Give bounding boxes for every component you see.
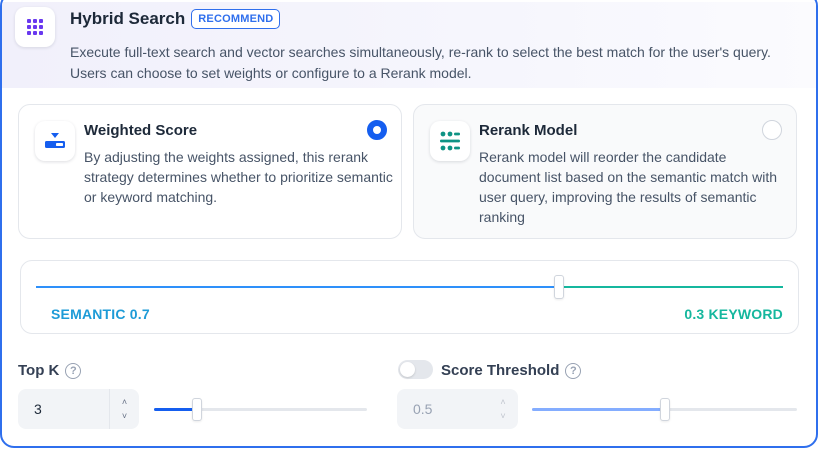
top-k-input[interactable]: 3 ˄ ˅ — [18, 389, 139, 429]
weight-slider-handle[interactable] — [553, 275, 564, 299]
option-title: Weighted Score — [84, 122, 198, 139]
weight-settings: SEMANTIC 0.7 0.3 KEYWORD — [20, 260, 799, 334]
score-threshold-slider-fill — [532, 408, 665, 411]
score-threshold-slider[interactable] — [532, 398, 797, 421]
recommend-badge: RECOMMEND — [191, 9, 281, 29]
weighted-score-radio[interactable] — [367, 120, 387, 140]
help-icon[interactable]: ? — [565, 362, 582, 379]
top-k-slider-fill — [154, 408, 197, 411]
option-description: Rerank model will reorder the candidate … — [479, 149, 778, 225]
grid-dots-icon — [15, 7, 55, 47]
top-k-stepper[interactable]: ˄ ˅ — [109, 389, 139, 429]
option-rerank-model[interactable]: Rerank Model Rerank model will reorder t… — [413, 104, 797, 239]
top-k-slider-handle[interactable] — [191, 398, 202, 421]
card-title: Hybrid Search RECOMMEND — [70, 9, 281, 29]
chevron-up-icon[interactable]: ˄ — [500, 396, 505, 408]
top-k-label-text: Top K — [18, 362, 60, 379]
chevron-down-icon[interactable]: ˅ — [500, 410, 505, 422]
help-icon[interactable]: ? — [65, 362, 82, 379]
score-threshold-value: 0.5 — [413, 401, 433, 417]
card-title-text: Hybrid Search — [70, 9, 186, 28]
semantic-weight-track[interactable] — [36, 286, 559, 288]
score-threshold-slider-handle[interactable] — [659, 398, 670, 421]
chevron-up-icon[interactable]: ˄ — [122, 396, 127, 408]
card-description: Execute full-text search and vector sear… — [70, 44, 771, 81]
score-threshold-label-text: Score Threshold — [441, 362, 560, 379]
top-k-slider[interactable] — [154, 398, 367, 421]
rerank-model-radio[interactable] — [762, 120, 782, 140]
option-weighted-score[interactable]: Weighted Score By adjusting the weights … — [18, 104, 402, 239]
weighted-score-icon — [35, 121, 75, 161]
card-header: Hybrid Search RECOMMEND Execute full-tex… — [2, 2, 816, 88]
toggle-knob — [400, 362, 415, 377]
top-k-value: 3 — [34, 401, 42, 417]
score-threshold-toggle[interactable] — [398, 360, 433, 379]
top-k-label: Top K ? — [18, 362, 82, 379]
chevron-down-icon[interactable]: ˅ — [122, 410, 127, 422]
keyword-weight-label: 0.3 KEYWORD — [684, 306, 783, 322]
hybrid-search-card[interactable]: Hybrid Search RECOMMEND Execute full-tex… — [0, 0, 818, 448]
keyword-weight-track[interactable] — [558, 286, 783, 288]
score-threshold-input[interactable]: 0.5 ˄ ˅ — [397, 389, 518, 429]
option-title: Rerank Model — [479, 122, 578, 139]
score-threshold-label: Score Threshold ? — [441, 362, 582, 379]
rerank-model-icon — [430, 121, 470, 161]
score-threshold-stepper[interactable]: ˄ ˅ — [488, 389, 518, 429]
option-description: By adjusting the weights assigned, this … — [84, 149, 393, 205]
semantic-weight-label: SEMANTIC 0.7 — [51, 306, 150, 322]
